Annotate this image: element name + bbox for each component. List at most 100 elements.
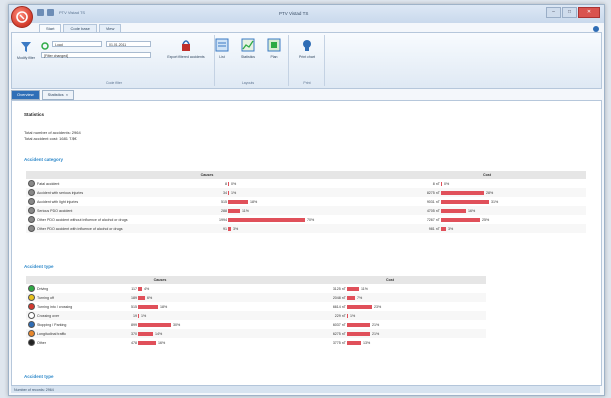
refresh-icon[interactable] (41, 42, 49, 50)
table-row: Turning off 189 6% 2048 nT 7% (26, 293, 486, 302)
row-label: Other (37, 340, 46, 345)
cost-percent: 23% (374, 304, 382, 309)
print-chart-button[interactable]: Print chart (290, 38, 324, 59)
row-label: Serious PDO accident (37, 208, 73, 213)
row-label: Other PDO accident with influence of alc… (37, 226, 123, 231)
close-tab-icon[interactable]: × (66, 91, 68, 99)
causes-cell: Turning into / crossing 515 18% (26, 302, 294, 311)
count-bar (138, 313, 139, 318)
minimize-button[interactable]: – (546, 7, 561, 18)
count-bar (138, 295, 145, 300)
cost-bar (441, 217, 480, 222)
tab-start[interactable]: Start (39, 24, 62, 32)
export-filtered-button[interactable]: Export filtered accidents (167, 38, 205, 59)
date-field[interactable]: 01.01.2011 (106, 41, 151, 47)
maximize-button[interactable]: □ (562, 7, 577, 18)
cost-cell: 7267 nT 25% (388, 215, 586, 224)
table-row: Other PDO accident with influence of alc… (26, 224, 586, 233)
cost-bar (441, 199, 489, 204)
print-chart-label: Print chart (299, 55, 315, 59)
count-bar (228, 181, 229, 186)
cost-percent: 11% (361, 286, 368, 291)
cost-cell: 9031 nT 31% (388, 197, 586, 206)
cost-bar (347, 286, 359, 291)
category-icon (28, 321, 35, 328)
count-percent: 3% (233, 226, 239, 231)
cost-value: 229 nT (334, 313, 346, 318)
cost-percent: 25% (482, 217, 490, 222)
cost-bar (441, 190, 484, 195)
row-label: Fatal accident (37, 181, 60, 186)
doc-tab-overview-label: Overview (17, 92, 34, 97)
tab-code-base[interactable]: Code base (63, 24, 97, 32)
cost-header: Cost (388, 171, 586, 179)
cost-percent: 21% (372, 331, 380, 336)
causes-cell: Serious PDO accident 288 11% (26, 206, 388, 215)
close-button[interactable]: ✕ (578, 7, 600, 18)
status-bar: Number of records: 2964 (11, 385, 600, 393)
doc-tab-overview[interactable]: Overview (11, 90, 40, 100)
statistics-button[interactable]: Statistics (235, 38, 261, 59)
list-label: List (219, 55, 225, 59)
count-value: 34 (223, 190, 227, 195)
export-label: Export filtered accidents (167, 55, 205, 59)
cost-cell: 8 nT 0% (388, 179, 586, 188)
count-percent: 0% (231, 181, 237, 186)
count-percent: 30% (173, 322, 181, 327)
group-export: Export filtered accidents (167, 35, 205, 86)
undo-icon[interactable] (47, 9, 54, 16)
cost-percent: 28% (486, 190, 494, 195)
cost-cell: 6037 nT 21% (294, 320, 486, 329)
table-row: Driving 117 4% 3125 nT 11% (26, 284, 486, 293)
cost-cell: 6614 nT 23% (294, 302, 486, 311)
row-label: Longitudinal traffic (37, 331, 67, 336)
count-bar (138, 322, 171, 327)
row-label: Accident with light injuries (37, 199, 79, 204)
category-icon (28, 294, 35, 301)
count-value: 515 (221, 199, 227, 204)
tab-view[interactable]: View (98, 24, 122, 32)
cost-bar (441, 226, 446, 231)
causes-header: Causes (26, 171, 388, 179)
preset-field[interactable]: Load (52, 41, 102, 47)
save-icon[interactable] (37, 9, 44, 16)
count-value: 370 (131, 331, 137, 336)
list-button[interactable]: List (210, 38, 234, 59)
cost-bar (347, 340, 361, 345)
report-heading: Statistics (24, 112, 45, 117)
app-menu-button[interactable] (11, 6, 33, 28)
modify-filter-button[interactable]: Modify filter (16, 41, 36, 60)
count-percent: 1% (231, 190, 237, 195)
cost-cell: 981 nT 3% (388, 224, 586, 233)
modify-filter-label: Modify filter (17, 56, 35, 60)
cost-cell: 2048 nT 7% (294, 293, 486, 302)
filter-combo[interactable]: [Filter changed] (41, 52, 151, 58)
table-row: Serious PDO accident 288 11% 4705 nT 16% (26, 206, 586, 215)
filter-icon (21, 42, 31, 52)
table-row: Turning into / crossing 515 18% 6614 nT 23% (26, 302, 486, 311)
plan-button[interactable]: Plan (262, 38, 286, 59)
quick-access-title: PTV Vistad TS (59, 10, 86, 15)
plan-icon (267, 38, 281, 52)
cost-value: 8 nT (432, 181, 440, 186)
category-table: Causes Cost Fatal accident 8 0% 8 nT 0% Accid… (26, 171, 586, 233)
type-table: Causes Cost Driving 117 4% 3125 nT 11% Turnin… (26, 276, 486, 347)
cost-bar (347, 313, 348, 318)
count-percent: 4% (144, 286, 150, 291)
title-bar: PTV Vistad TS PTV Vistad TS – □ ✕ (9, 5, 604, 28)
count-value: 1994 (219, 217, 227, 222)
table-row: Accident with light injuries 515 18% 9031 n… (26, 197, 586, 206)
doc-tab-statistics[interactable]: Statistics × (41, 90, 75, 100)
causes-cell: Longitudinal traffic 370 14% (26, 329, 294, 338)
group-layouts: List Statistics Plan Layouts (208, 35, 289, 86)
cost-value: 6037 nT (332, 322, 346, 327)
count-value: 515 (131, 304, 137, 309)
section-title-category: Accident category (24, 157, 64, 162)
export-icon (182, 40, 190, 51)
cost-percent: 31% (491, 199, 499, 204)
row-label: Driving (37, 286, 49, 291)
count-bar (228, 208, 240, 213)
cost-percent: 1% (350, 313, 356, 318)
count-value: 19 (133, 313, 137, 318)
plan-label: Plan (270, 55, 278, 59)
